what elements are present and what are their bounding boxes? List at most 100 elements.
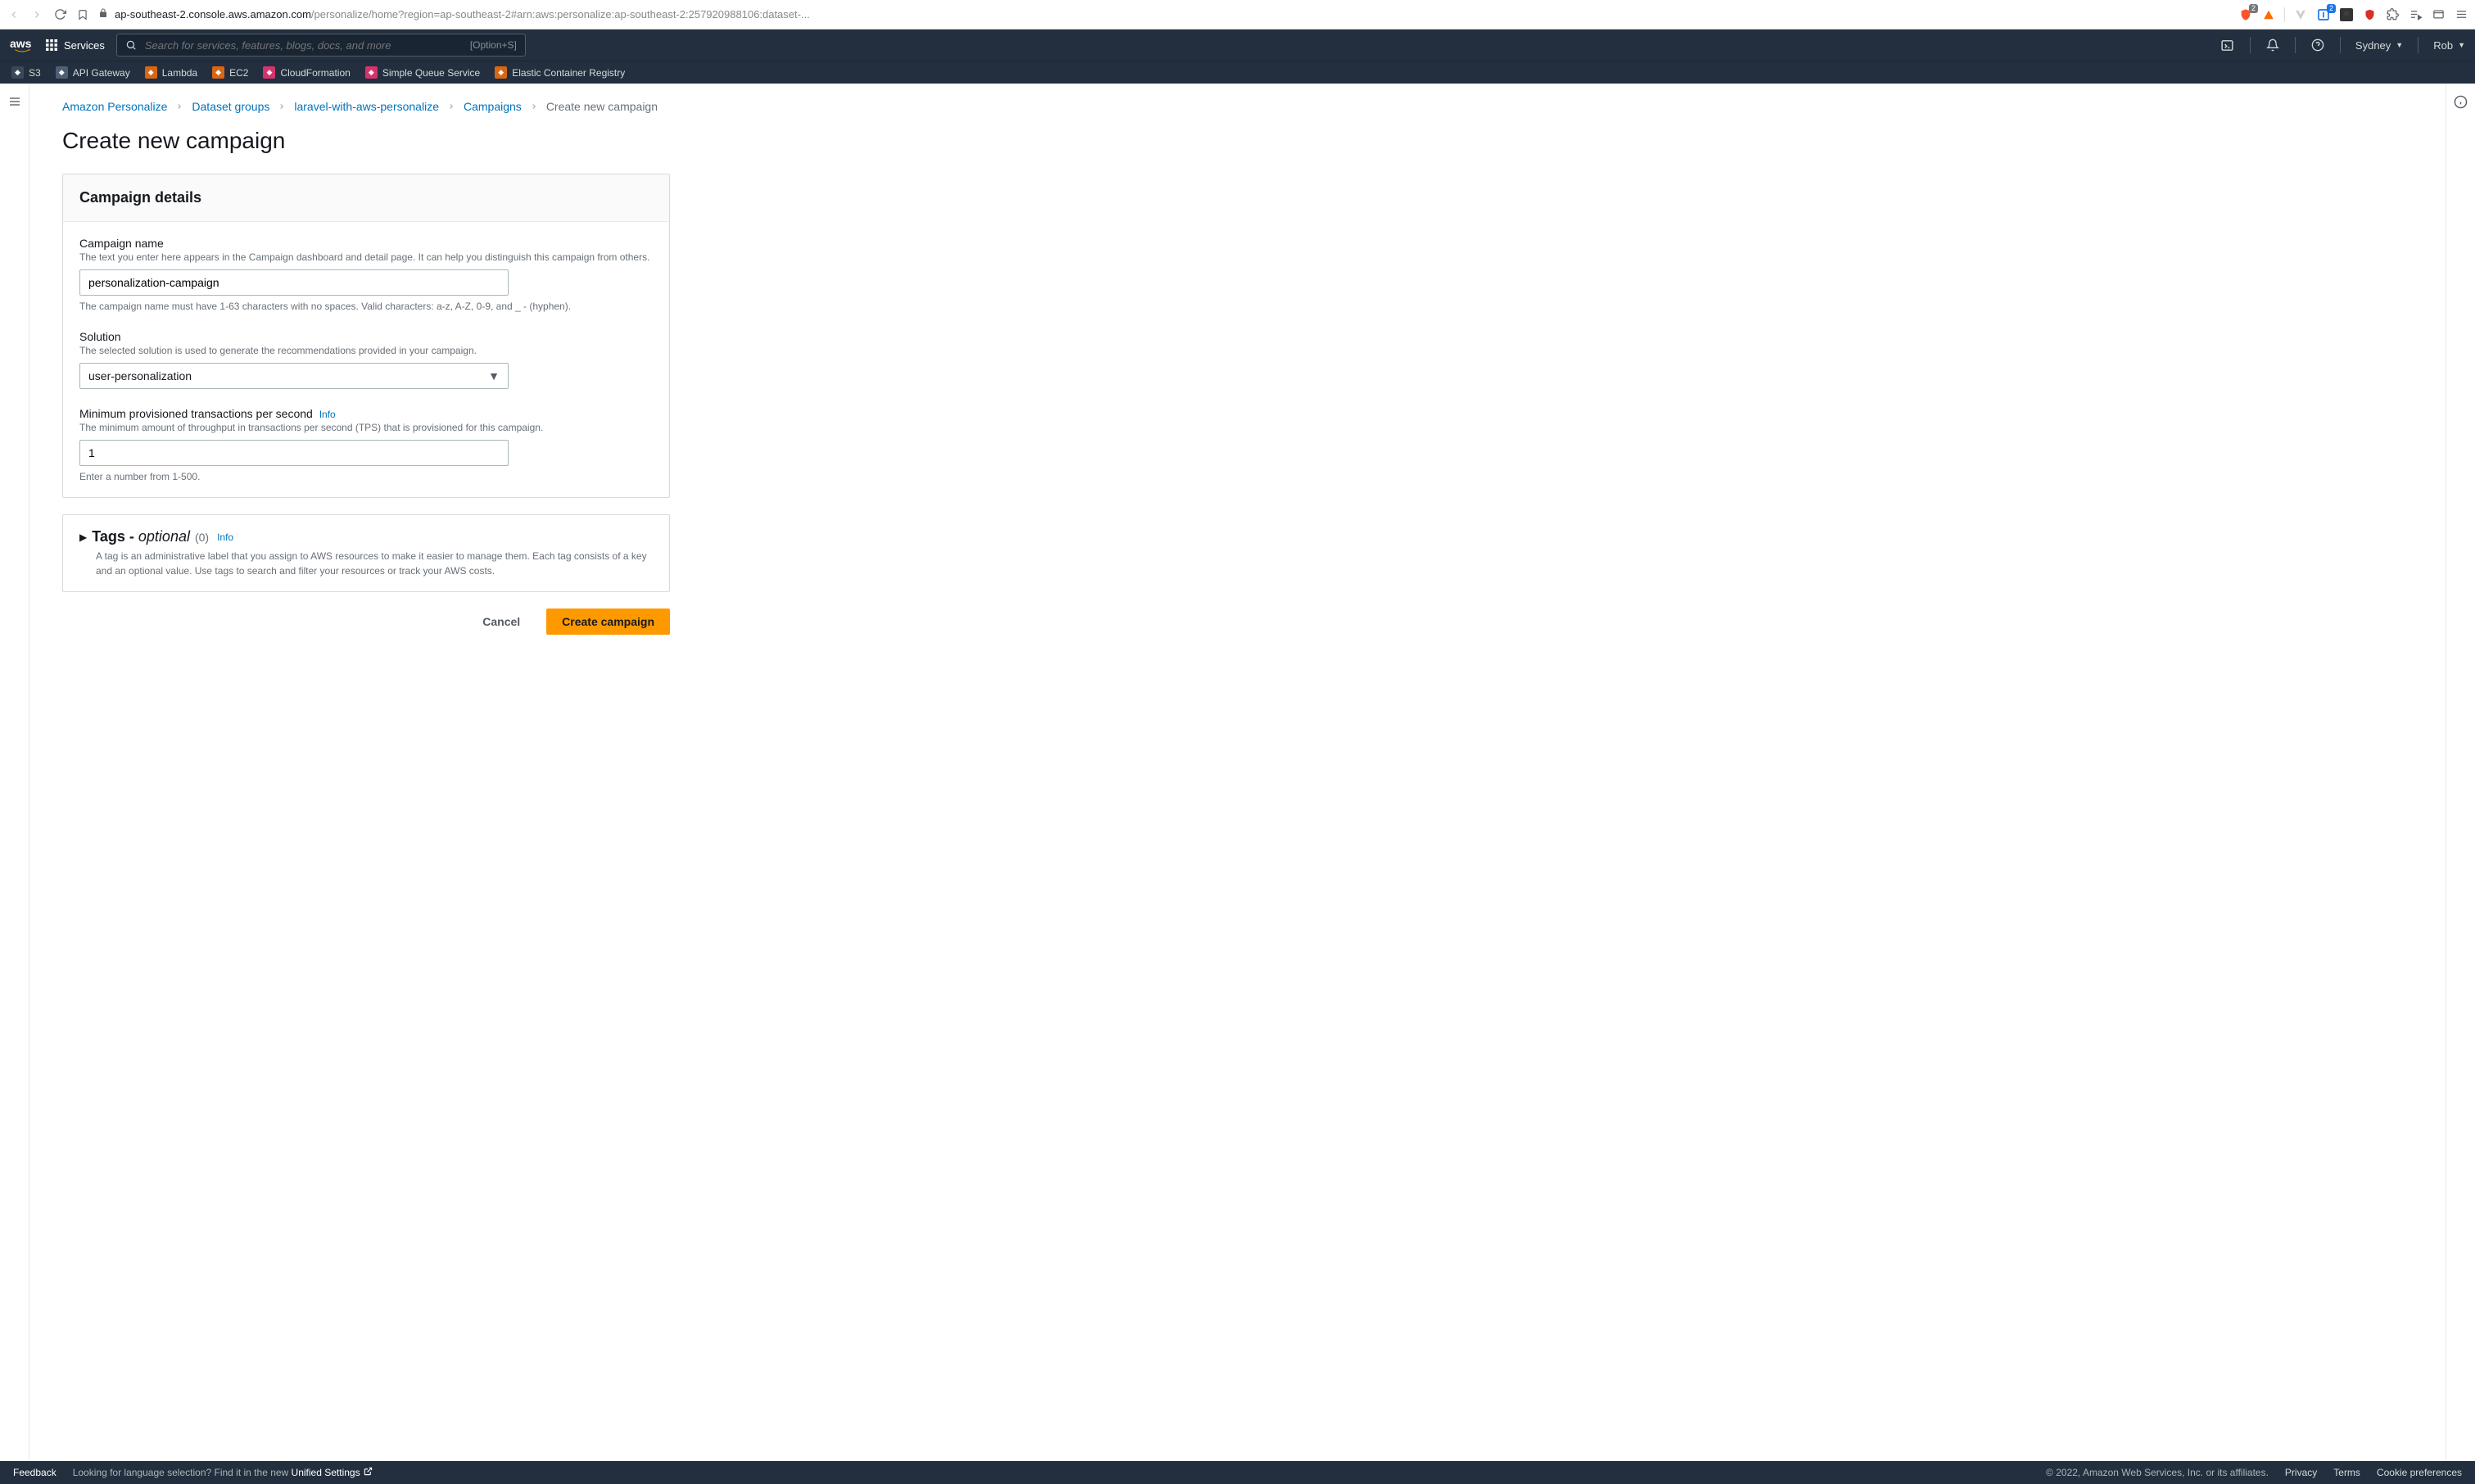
service-icon: ◆ [11, 66, 24, 79]
feedback-link[interactable]: Feedback [13, 1467, 57, 1478]
action-buttons: Cancel Create campaign [62, 609, 670, 635]
region-selector[interactable]: Sydney▼ [2355, 39, 2403, 52]
services-button[interactable]: Services [46, 39, 105, 52]
field-description: The text you enter here appears in the C… [79, 251, 653, 263]
panel-title: Campaign details [79, 189, 653, 206]
service-shortcuts-bar: ◆S3◆API Gateway◆Lambda◆EC2◆CloudFormatio… [0, 61, 2475, 84]
breadcrumb-current: Create new campaign [546, 100, 658, 113]
service-icon: ◆ [145, 66, 157, 79]
shortcut-s3[interactable]: ◆S3 [11, 66, 41, 79]
select-value: user-personalization [88, 369, 192, 382]
services-label: Services [64, 39, 105, 52]
terms-link[interactable]: Terms [2333, 1467, 2360, 1478]
shortcut-label: API Gateway [73, 67, 130, 79]
hamburger-icon[interactable] [8, 95, 21, 1461]
right-rail [2446, 84, 2475, 1461]
back-icon[interactable] [7, 7, 21, 22]
aws-logo[interactable]: aws [10, 38, 34, 52]
solution-select[interactable]: user-personalization ▼ [79, 363, 509, 389]
breadcrumb-link[interactable]: Dataset groups [192, 100, 269, 113]
cookies-link[interactable]: Cookie preferences [2377, 1467, 2462, 1478]
shortcut-ec2[interactable]: ◆EC2 [212, 66, 248, 79]
info-icon[interactable] [2454, 95, 2468, 1461]
tags-title: Tags - optional [92, 528, 190, 545]
chevron-down-icon: ▼ [2396, 41, 2403, 49]
expand-caret-icon[interactable]: ▶ [79, 532, 87, 543]
breadcrumb-link[interactable]: Amazon Personalize [62, 100, 167, 113]
service-icon: ◆ [263, 66, 275, 79]
notifications-icon[interactable] [2265, 38, 2280, 52]
ublock-icon[interactable] [2362, 7, 2377, 22]
shortcut-sqs[interactable]: ◆Simple Queue Service [365, 66, 480, 79]
vue-icon[interactable] [2293, 7, 2308, 22]
field-description: The minimum amount of throughput in tran… [79, 422, 653, 433]
tab-icon[interactable] [2431, 7, 2446, 22]
info-link[interactable]: Info [217, 532, 233, 543]
menu-icon[interactable] [2454, 7, 2468, 22]
field-label: Solution [79, 330, 653, 343]
tags-panel: ▶ Tags - optional (0) Info A tag is an a… [62, 514, 670, 592]
chevron-right-icon [278, 100, 286, 113]
address-bar[interactable]: ap-southeast-2.console.aws.amazon.com/pe… [98, 8, 2230, 20]
shortcut-cfn[interactable]: ◆CloudFormation [263, 66, 350, 79]
field-label: Campaign name [79, 237, 653, 250]
search-input[interactable] [145, 39, 462, 52]
shortcut-label: Elastic Container Registry [512, 67, 625, 79]
service-icon: ◆ [495, 66, 507, 79]
search-box[interactable]: [Option+S] [116, 34, 526, 57]
react-icon[interactable]: ⚛ [2339, 7, 2354, 22]
field-tps: Minimum provisioned transactions per sec… [79, 407, 653, 482]
breadcrumb-link[interactable]: Campaigns [464, 100, 522, 113]
field-help: The campaign name must have 1-63 charact… [79, 301, 653, 312]
field-campaign-name: Campaign name The text you enter here ap… [79, 237, 653, 312]
create-campaign-button[interactable]: Create campaign [546, 609, 670, 635]
breadcrumb-link[interactable]: laravel-with-aws-personalize [294, 100, 439, 113]
info-link[interactable]: Info [319, 409, 336, 420]
devtools-icon[interactable]: 2 [2316, 7, 2331, 22]
unified-settings-link[interactable]: Unified Settings [292, 1467, 373, 1478]
url-text: ap-southeast-2.console.aws.amazon.com/pe… [115, 8, 810, 20]
aws-topbar: aws Services [Option+S] Sydney▼ Rob▼ [0, 29, 2475, 61]
search-shortcut: [Option+S] [470, 39, 517, 51]
campaign-name-input[interactable] [79, 269, 509, 296]
page-title: Create new campaign [62, 128, 2413, 154]
cloudshell-icon[interactable] [2220, 38, 2235, 52]
brave-shield-icon[interactable]: 2 [2238, 7, 2253, 22]
shortcut-apigw[interactable]: ◆ API Gateway [56, 66, 130, 79]
playlist-icon[interactable] [2408, 7, 2423, 22]
field-help: Enter a number from 1-500. [79, 471, 653, 482]
devtools-badge: 2 [2327, 4, 2336, 13]
chevron-down-icon: ▼ [2458, 41, 2465, 49]
user-menu[interactable]: Rob▼ [2433, 39, 2465, 52]
shortcut-ecr[interactable]: ◆ Elastic Container Registry [495, 66, 625, 79]
chevron-right-icon [175, 100, 183, 113]
tps-input[interactable] [79, 440, 509, 466]
field-description: The selected solution is used to generat… [79, 345, 653, 356]
help-icon[interactable] [2310, 38, 2325, 52]
separator [2284, 7, 2285, 22]
cancel-button[interactable]: Cancel [468, 609, 535, 635]
lock-icon [98, 8, 108, 20]
language-hint: Looking for language selection? Find it … [73, 1467, 373, 1478]
chevron-right-icon [530, 100, 538, 113]
extensions-icon[interactable] [2385, 7, 2400, 22]
forward-icon[interactable] [29, 7, 44, 22]
service-icon: ◆ [56, 66, 68, 79]
browser-toolbar: ap-southeast-2.console.aws.amazon.com/pe… [0, 0, 2475, 29]
search-icon [125, 39, 137, 51]
copyright-text: © 2022, Amazon Web Services, Inc. or its… [2046, 1467, 2269, 1478]
shortcut-label: Lambda [162, 67, 197, 79]
brave-badge: 2 [2249, 4, 2258, 13]
shortcut-lambda[interactable]: ◆ Lambda [145, 66, 197, 79]
chevron-right-icon [447, 100, 455, 113]
privacy-link[interactable]: Privacy [2285, 1467, 2317, 1478]
chevron-down-icon: ▼ [488, 369, 500, 382]
triangle-icon[interactable] [2261, 7, 2276, 22]
reload-icon[interactable] [52, 7, 67, 22]
service-icon: ◆ [212, 66, 224, 79]
field-label: Minimum provisioned transactions per sec… [79, 407, 653, 420]
footer-bar: Feedback Looking for language selection?… [0, 1461, 2475, 1484]
extension-icons: 2 2 ⚛ [2238, 7, 2468, 22]
tags-description: A tag is an administrative label that yo… [63, 549, 669, 591]
bookmark-icon[interactable] [75, 7, 90, 22]
